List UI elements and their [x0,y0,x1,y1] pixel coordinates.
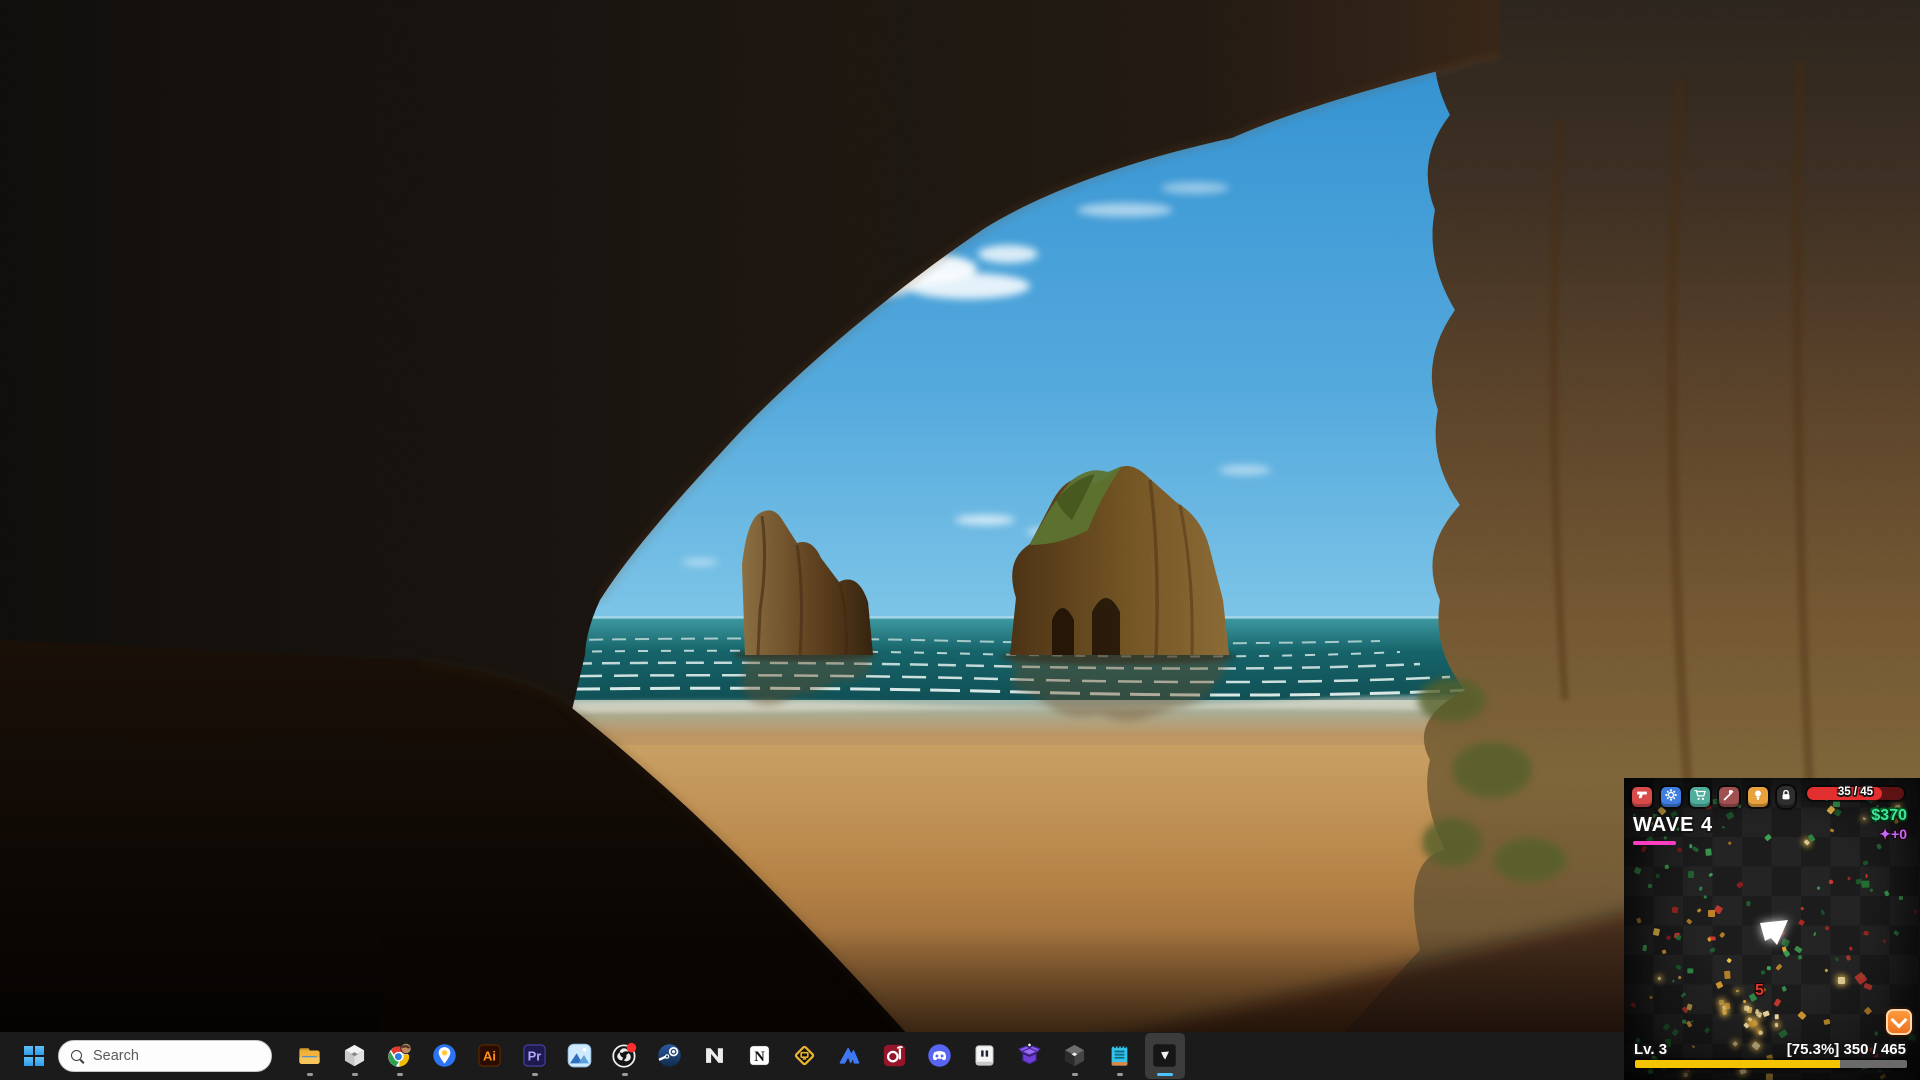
steam-icon [656,1044,683,1069]
chevron-down-icon [1891,1011,1908,1028]
gear-icon [1664,788,1678,807]
game-window-icon [1151,1044,1178,1069]
svg-text:N: N [754,1049,765,1065]
taskbar-item-nordvpn[interactable] [830,1033,870,1079]
search-icon [71,1050,84,1063]
discord-icon [926,1044,953,1069]
running-indicator [397,1073,403,1076]
notion-icon: N [746,1044,773,1069]
taskbar-item-unity-editor[interactable] [1055,1033,1095,1079]
nordvpn-icon [836,1044,863,1069]
game-toolbar [1632,786,1795,808]
running-indicator [532,1073,538,1076]
n-logo-icon [701,1044,728,1069]
taskbar-item-premiere[interactable]: Pr [515,1033,555,1079]
sparkle-icon: ✦ [1879,826,1891,842]
idea-icon [1751,788,1765,807]
game-toolbar-build-button[interactable] [1719,787,1739,807]
photos-icon [566,1044,593,1069]
running-indicator [307,1073,313,1076]
game-overlay-window[interactable]: 5 WAVE 4 35 / 45 $370 ✦+0 Lv. 3 [75.3%] … [1624,778,1920,1080]
player-triangle [1756,915,1792,949]
weapon-icon [1635,788,1649,807]
taskbar-item-red-media[interactable] [875,1033,915,1079]
taskbar-item-purple-box[interactable] [1010,1033,1050,1079]
running-indicator [622,1073,628,1076]
active-indicator [1157,1073,1173,1076]
game-toolbar-shop-button[interactable] [1690,787,1710,807]
windows-logo-icon [24,1046,44,1066]
maps-pin-icon [431,1044,458,1069]
game-toolbar-gear-button[interactable] [1661,787,1681,807]
search-input[interactable]: Search [58,1040,272,1072]
xp-progress-text: [75.3%] 350 / 465 [1787,1041,1906,1058]
game-toolbar-idea-button[interactable] [1748,787,1768,807]
start-button[interactable] [14,1036,54,1076]
taskbar-app-icons: Ai Pr N [287,1032,1187,1080]
taskbar-item-diamond-badge[interactable] [785,1033,825,1079]
obs-icon [611,1044,638,1069]
svg-text:Ai: Ai [483,1048,496,1063]
wave-timer-bar [1633,841,1676,845]
taskbar-item-unity-hub[interactable] [335,1033,375,1079]
premiere-icon: Pr [521,1044,548,1069]
level-label: Lv. 3 [1634,1041,1667,1058]
collapse-button[interactable] [1886,1009,1912,1035]
unity-editor-icon [1061,1044,1088,1069]
harvest-counter: ✦+0 [1879,826,1907,843]
game-toolbar-lock-button[interactable] [1777,786,1795,808]
taskbar-item-notepad[interactable] [1100,1033,1140,1079]
taskbar-item-obs[interactable] [605,1033,645,1079]
unity-hub-icon [341,1044,368,1069]
illustrator-icon: Ai [476,1044,503,1069]
money-counter: $370 [1871,807,1907,825]
running-indicator [1117,1073,1123,1076]
red-media-icon [881,1044,908,1069]
xp-bar-fill [1635,1060,1840,1068]
purple-box-icon [1016,1044,1043,1069]
desktop: Search Ai Pr N 5 WAVE 4 35 / 45 $370 ✦+0 L… [0,0,1920,1080]
running-indicator [1072,1073,1078,1076]
lock-icon [1779,788,1793,807]
taskbar-item-game-window[interactable] [1145,1033,1185,1079]
health-text: 35 / 45 [1807,786,1904,798]
diamond-badge-icon [791,1044,818,1069]
xp-bar [1635,1060,1907,1068]
taskbar-item-discord[interactable] [920,1033,960,1079]
running-indicator [352,1073,358,1076]
taskbar-item-file-explorer[interactable] [290,1033,330,1079]
build-icon [1722,788,1736,807]
taskbar-item-maps-pin[interactable] [425,1033,465,1079]
taskbar-item-illustrator[interactable]: Ai [470,1033,510,1079]
game-toolbar-weapon-button[interactable] [1632,787,1652,807]
pixel-character-icon [971,1044,998,1069]
notepad-icon [1106,1044,1133,1069]
taskbar-item-photos[interactable] [560,1033,600,1079]
taskbar-item-n-logo[interactable] [695,1033,735,1079]
damage-number: 5 [1755,982,1764,1000]
svg-text:Pr: Pr [528,1048,542,1063]
shop-icon [1693,788,1707,807]
taskbar-item-steam[interactable] [650,1033,690,1079]
wave-label: WAVE 4 [1633,814,1713,837]
chrome-icon [386,1044,413,1069]
taskbar-item-notion[interactable]: N [740,1033,780,1079]
file-explorer-icon [296,1044,323,1069]
taskbar-item-pixel-character[interactable] [965,1033,1005,1079]
taskbar-item-chrome[interactable] [380,1033,420,1079]
search-placeholder: Search [93,1048,139,1064]
